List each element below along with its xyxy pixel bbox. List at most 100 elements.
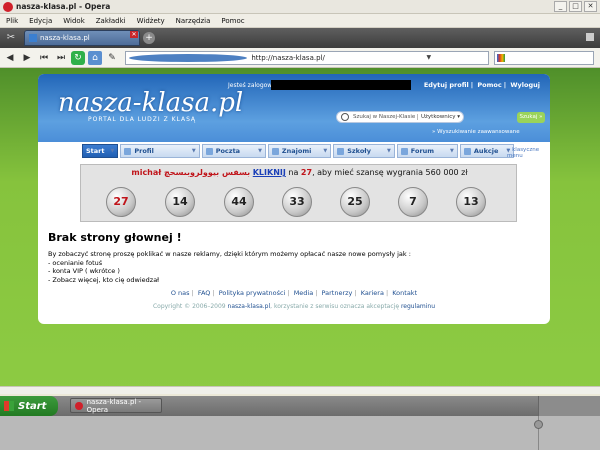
menu-widzety[interactable]: Widżety [137,17,165,25]
site-header: nasza-klasa.pl PORTAL DLA LUDZI Z KLASĄ … [38,74,550,142]
address-toolbar: ◀ ▶ ⏮ ⏭ ↻ ⌂ ✎ http://nasza-klasa.pl/ ▼ [0,48,600,68]
windows-flag-icon [4,401,14,411]
lottery-ball[interactable]: 14 [165,187,195,217]
classic-menu-link[interactable]: » klasyczne menu [507,147,550,159]
menu-plik[interactable]: Plik [6,17,18,25]
nav-aukcje-label: Aukcje [473,147,499,155]
footer-link-career[interactable]: Kariera [361,289,384,297]
tab-menu-icon[interactable] [586,33,594,41]
rules-link[interactable]: regulaminu [401,303,435,310]
advanced-search-link[interactable]: » Wyszukiwanie zaawansowane [432,129,520,135]
logout-link[interactable]: Wyloguj [510,81,540,89]
school-icon [337,147,345,155]
nav-forum[interactable]: Forum ▼ [396,144,458,158]
home-button[interactable]: ⌂ [88,50,102,65]
menu-narzedzia[interactable]: Narzędzia [176,17,211,25]
maximize-button[interactable]: □ [569,1,582,12]
start-button[interactable]: Start [0,396,58,416]
nav-poczta-label: Poczta [215,147,241,155]
menu-bar: Plik Edycja Widok Zakładki Widżety Narzę… [0,14,600,28]
footer-link-privacy[interactable]: Polityka prywatności [219,289,286,297]
address-url[interactable]: http://nasza-klasa.pl/ [251,54,369,62]
nav-start[interactable]: Start ▼ [82,144,119,158]
page-body: By zobaczyć stronę proszę poklikać w nas… [48,250,411,284]
footer-link-media[interactable]: Media [294,289,314,297]
minimize-button[interactable]: _ [554,1,567,12]
lottery-ball[interactable]: 27 [106,187,136,217]
lottery-ball[interactable]: 33 [282,187,312,217]
reload-button[interactable]: ↻ [71,50,85,65]
lottery-ball[interactable]: 25 [340,187,370,217]
opera-icon [75,401,83,410]
friends-icon [271,147,279,155]
search-input[interactable] [494,50,594,65]
globe-icon [129,53,248,62]
lottery-ball[interactable]: 7 [398,187,428,217]
menu-zakladki[interactable]: Zakładki [96,17,126,25]
lottery-ball[interactable]: 44 [224,187,254,217]
horizontal-scrollbar[interactable] [0,386,600,394]
lottery-ball[interactable]: 13 [456,187,486,217]
nav-profil[interactable]: Profil ▼ [120,144,200,158]
menu-edycja[interactable]: Edycja [29,17,52,25]
site-footer: O nas | FAQ | Polityka prywatności | Media |… [170,289,418,297]
nav-znajomi[interactable]: Znajomi ▼ [267,144,332,158]
close-button[interactable]: ✕ [584,1,597,12]
body-line: By zobaczyć stronę proszę poklikać w nas… [48,250,411,258]
help-link[interactable]: Pomoc [477,81,501,89]
nav-forum-label: Forum [410,147,435,155]
footer-link-partners[interactable]: Partnerzy [322,289,353,297]
footer-link-faq[interactable]: FAQ [198,289,211,297]
nav-profil-label: Profil [134,147,154,155]
menu-widok[interactable]: Widok [63,17,85,25]
edit-icon[interactable]: ✎ [105,51,119,65]
page-viewport: nasza-klasa.pl PORTAL DLA LUDZI Z KLASĄ … [0,68,600,394]
taskbar-item-label: nasza-klasa.pl - Opera [86,397,142,414]
copyright-prefix: Copyright © 2006–2009 [152,303,226,310]
google-icon [497,53,505,62]
window-title-bar: nasza-klasa.pl - Opera _ □ ✕ [0,0,600,14]
copyright-site-link[interactable]: nasza-klasa.pl [228,303,271,310]
taskbar-item-opera[interactable]: nasza-klasa.pl - Opera [70,397,162,414]
chevron-down-icon: ▼ [323,148,328,154]
banner-mid: na [285,168,301,177]
windows-taskbar: Start nasza-klasa.pl - Opera [0,396,600,416]
search-scope-select[interactable]: Użytkownicy ▾ [417,114,463,120]
rewind-button[interactable]: ⏮ [37,51,51,65]
chevron-down-icon: ▼ [258,148,262,154]
chevron-down-icon: ▼ [386,148,391,154]
top-links: Edytuj profil | Pomoc | Wyloguj [423,81,540,89]
banner-click-link[interactable]: KLIKNIJ [253,168,286,177]
site-search-button[interactable]: Szukaj » [517,112,545,123]
main-nav: Start ▼ Profil ▼ Poczta ▼ Znajomi ▼ Szkoły ▼ … [82,144,516,158]
nav-szkoly[interactable]: Szkoły ▼ [333,144,395,158]
tools-icon[interactable]: ✂ [4,31,18,45]
nav-poczta[interactable]: Poczta ▼ [201,144,266,158]
menu-pomoc[interactable]: Pomoc [221,17,244,25]
new-tab-button[interactable]: + [143,32,155,44]
tab-close-icon[interactable]: ✕ [130,31,138,38]
body-line: - konta VIP ( wkrótce ) [48,267,120,275]
tab-nasza-klasa[interactable]: nasza-klasa.pl ✕ [24,30,140,46]
forward-button[interactable]: ▶ [20,51,34,65]
resize-handle-icon[interactable] [534,420,543,429]
chevron-down-icon[interactable]: ▼ [370,54,488,61]
site-search-box[interactable]: Szukaj w Naszej-Klasie Użytkownicy ▾ [336,111,464,123]
lottery-banner-ad[interactable]: michał بسفس بيوولروبىسحچ KLIKNIJ na 27, … [80,164,517,222]
nav-znajomi-label: Znajomi [281,147,312,155]
tab-bar: ✂ nasza-klasa.pl ✕ + [0,28,600,48]
nav-szkoly-label: Szkoły [347,147,371,155]
site-logo[interactable]: nasza-klasa.pl [58,88,243,118]
footer-link-contact[interactable]: Kontakt [392,289,417,297]
back-button[interactable]: ◀ [3,51,17,65]
edit-profile-link[interactable]: Edytuj profil [424,81,469,89]
redacted-username [271,80,411,90]
fast-forward-button[interactable]: ⏭ [54,51,68,65]
window-title: nasza-klasa.pl - Opera [16,2,111,11]
copyright-mid: , korzystanie z serwisu oznacza akceptac… [270,303,400,310]
site-search-input[interactable]: Szukaj w Naszej-Klasie [353,114,417,120]
body-line: - Zobacz więcej, kto cię odwiedzał [48,275,160,284]
address-field[interactable]: http://nasza-klasa.pl/ ▼ [125,50,489,65]
mail-icon [205,147,213,155]
footer-link-about[interactable]: O nas [171,289,190,297]
